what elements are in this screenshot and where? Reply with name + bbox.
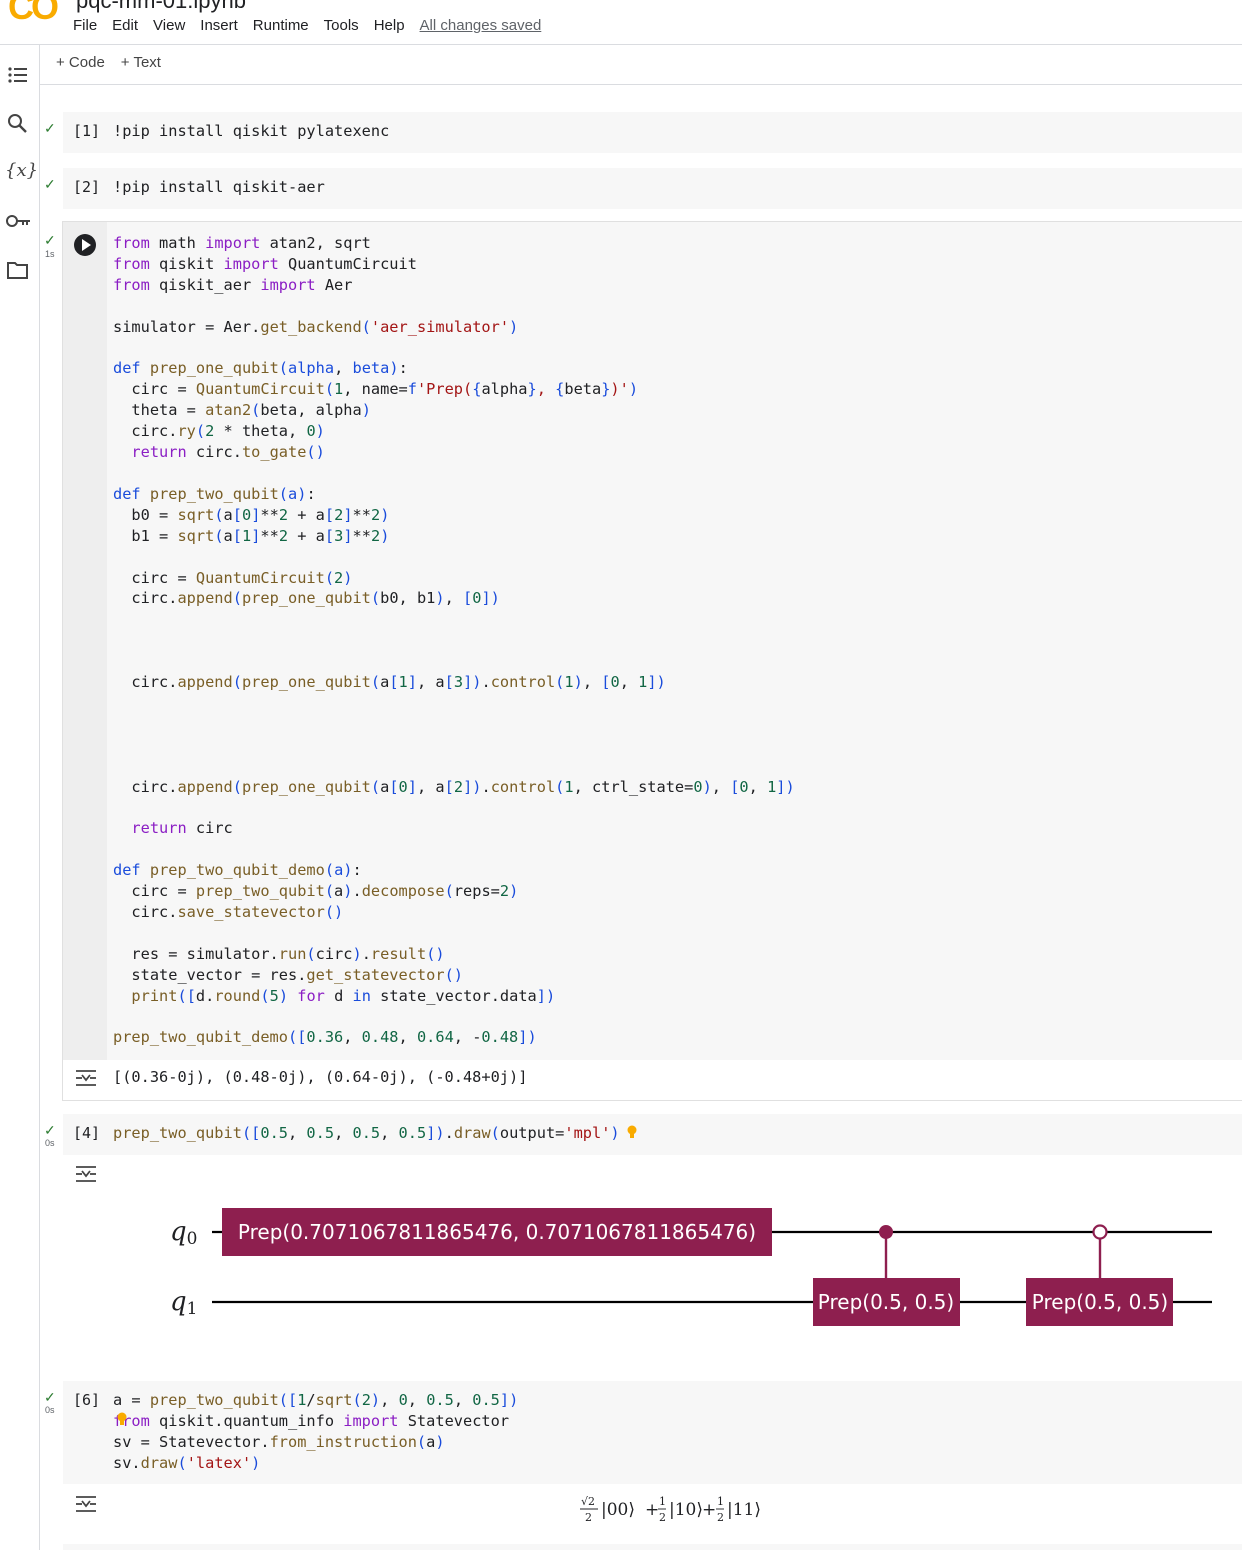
frac-numerator: 1 (717, 1495, 724, 1508)
key-icon[interactable] (5, 210, 31, 232)
add-code-button[interactable]: + Code (56, 54, 105, 76)
execution-time: 0s (45, 1405, 55, 1415)
menu-tools[interactable]: Tools (324, 17, 359, 37)
cell-4-code[interactable]: prep_two_qubit([0.5, 0.5, 0.5, 0.5]).dra… (113, 1123, 620, 1144)
variables-icon[interactable]: {x} (5, 160, 38, 181)
menu-insert[interactable]: Insert (200, 17, 238, 37)
qubit-label-q1: q1 (170, 1287, 197, 1319)
cell-3-output: [(0.36-0j), (0.48-0j), (0.64-0j), (-0.48… (113, 1068, 528, 1086)
gate-prep-controlled-2-label: Prep(0.5, 0.5) (1032, 1290, 1168, 1314)
colab-logo[interactable]: CO (8, 0, 59, 28)
output-toggle-icon[interactable] (74, 1164, 98, 1184)
control-dot-filled (879, 1225, 893, 1239)
executed-check-icon: ✓ (44, 176, 56, 192)
menu-bar: File Edit View Insert Runtime Tools Help… (73, 17, 556, 37)
cell-3-code[interactable]: from math import atan2, sqrt from qiskit… (113, 233, 795, 1048)
execution-time: 1s (45, 249, 55, 259)
ket-10: |10⟩ (669, 1500, 703, 1520)
cell-toolbar: + Code + Text (56, 54, 177, 76)
ket-11: |11⟩ (727, 1500, 761, 1520)
execution-count: [6] (73, 1391, 101, 1409)
latex-statevector-output: √2 2 |00⟩ + 1 2 |10⟩ + 1 2 |11⟩ (580, 1495, 761, 1524)
header-divider (0, 44, 1242, 45)
lightbulb-icon[interactable] (626, 1124, 638, 1140)
menu-runtime[interactable]: Runtime (253, 17, 309, 37)
ket-00: |00⟩ (601, 1500, 635, 1520)
menu-help[interactable]: Help (374, 17, 405, 37)
execution-count: [4] (73, 1124, 101, 1142)
qubit-label-q0: q0 (170, 1217, 197, 1249)
cell-6-code[interactable]: a = prep_two_qubit([1/sqrt(2), 0, 0.5, 0… (113, 1390, 518, 1474)
execution-count: [2] (73, 178, 101, 196)
run-cell-button[interactable] (74, 234, 96, 256)
output-toggle-icon[interactable] (74, 1068, 98, 1088)
output-toggle-icon[interactable] (74, 1494, 98, 1514)
circuit-diagram: q0 q1 Prep(0.7071067811865476, 0.7071067… (170, 1208, 1212, 1326)
menu-file[interactable]: File (73, 17, 97, 37)
executed-check-icon: ✓ (44, 1122, 56, 1138)
execution-count: [1] (73, 122, 101, 140)
folder-icon[interactable] (6, 259, 30, 281)
executed-check-icon: ✓ (44, 1389, 56, 1405)
plus-sign: + (702, 1500, 716, 1520)
frac-numerator: √2 (581, 1495, 595, 1508)
frac-denominator: 2 (717, 1511, 724, 1524)
toolbar-divider (40, 84, 1242, 85)
gate-prep-controlled-1-label: Prep(0.5, 0.5) (818, 1290, 954, 1314)
frac-numerator: 1 (659, 1495, 666, 1508)
add-text-button[interactable]: + Text (121, 54, 161, 76)
plus-sign: + (645, 1500, 659, 1520)
executed-check-icon: ✓ (44, 232, 56, 248)
execution-time: 0s (45, 1138, 55, 1148)
cell-1-code[interactable]: !pip install qiskit pylatexenc (113, 121, 389, 142)
search-icon[interactable] (6, 112, 30, 136)
next-cell-edge[interactable] (63, 1544, 1242, 1550)
control-dot-open (1092, 1224, 1108, 1240)
gate-prep-main-label: Prep(0.7071067811865476, 0.7071067811865… (238, 1220, 756, 1244)
menu-view[interactable]: View (153, 17, 185, 37)
frac-denominator: 2 (659, 1511, 666, 1524)
sidebar-divider (39, 44, 40, 1550)
lightbulb-icon[interactable] (116, 1411, 128, 1427)
cell-3-gutter (63, 222, 107, 1060)
save-status[interactable]: All changes saved (420, 17, 542, 37)
frac-denominator: 2 (585, 1511, 592, 1524)
notebook-title[interactable]: pqc-mm-01.ipynb (76, 0, 246, 14)
cell-2-code[interactable]: !pip install qiskit-aer (113, 177, 325, 198)
executed-check-icon: ✓ (44, 120, 56, 136)
table-of-contents-icon[interactable] (6, 64, 30, 88)
menu-edit[interactable]: Edit (112, 17, 138, 37)
